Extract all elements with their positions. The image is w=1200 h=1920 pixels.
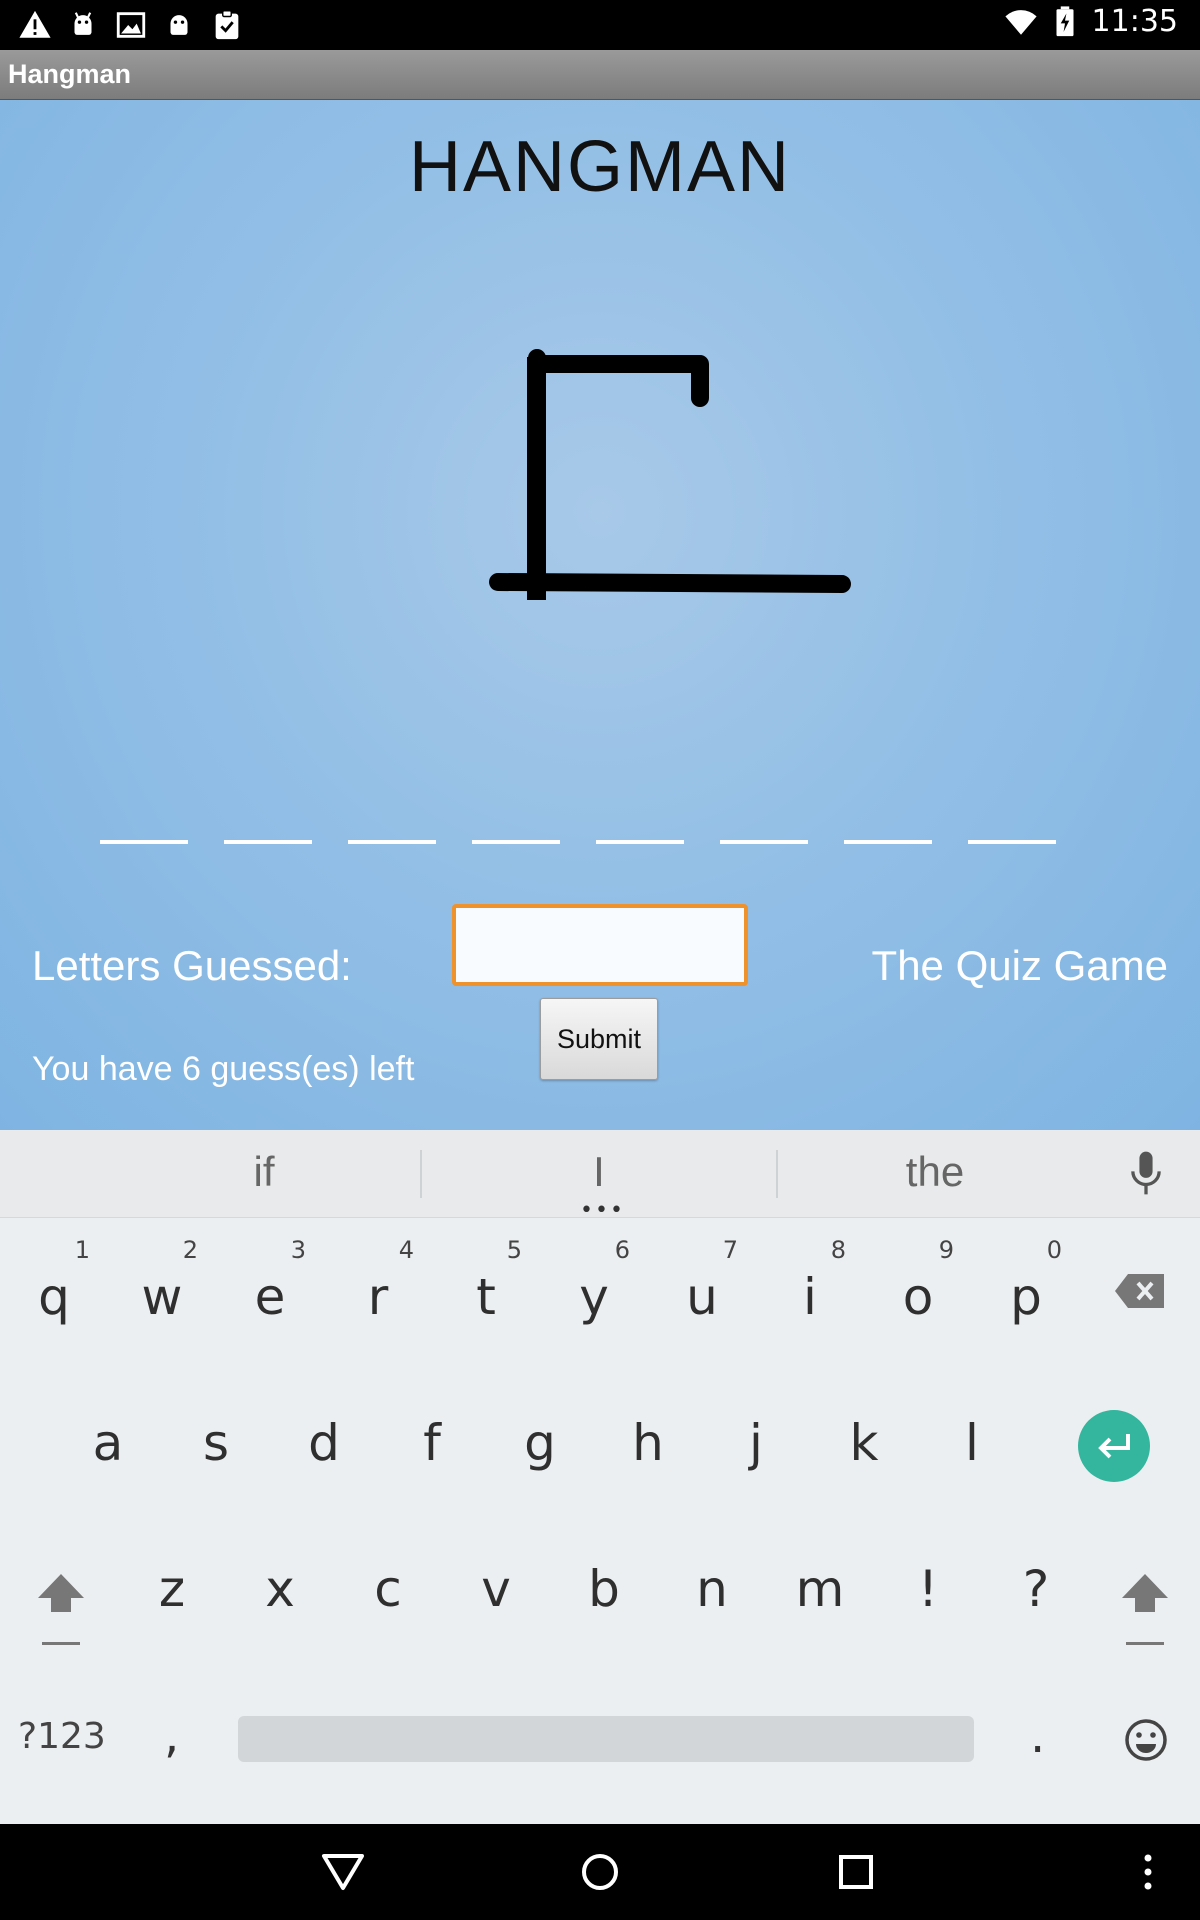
word-slot [348, 840, 436, 844]
key-t[interactable]: 5t [436, 1230, 536, 1360]
key-e[interactable]: 3e [220, 1230, 320, 1360]
key-p[interactable]: 0p [976, 1230, 1076, 1360]
backspace-icon[interactable] [1114, 1272, 1166, 1310]
status-bar: 11:35 [0, 0, 1200, 50]
key-b[interactable]: b [554, 1522, 654, 1652]
word-slot [224, 840, 312, 844]
key-c[interactable]: c [338, 1522, 438, 1652]
word-slot [720, 840, 808, 844]
space-bar[interactable] [238, 1716, 974, 1762]
key-r[interactable]: 4r [328, 1230, 428, 1360]
microphone-icon[interactable] [1126, 1150, 1166, 1196]
key-l[interactable]: l [922, 1376, 1022, 1506]
word-slots [100, 840, 1056, 844]
enter-icon [1098, 1434, 1130, 1459]
guesses-left-text: You have 6 guess(es) left [32, 1050, 415, 1088]
key-w[interactable]: 2w [112, 1230, 212, 1360]
key-o[interactable]: 9o [868, 1230, 968, 1360]
key-j[interactable]: j [706, 1376, 806, 1506]
key-g[interactable]: g [490, 1376, 590, 1506]
image-icon [116, 12, 146, 38]
word-slot [844, 840, 932, 844]
suggestion-3[interactable]: the [785, 1148, 1085, 1196]
navigation-bar [0, 1824, 1200, 1920]
key-exclamation[interactable]: ! [878, 1522, 978, 1652]
quiz-game-link[interactable]: The Quiz Game [872, 942, 1168, 990]
key-u[interactable]: 7u [652, 1230, 752, 1360]
submit-button[interactable]: Submit [540, 998, 658, 1080]
recents-icon[interactable] [838, 1854, 874, 1890]
key-s[interactable]: s [166, 1376, 266, 1506]
key-x[interactable]: x [230, 1522, 330, 1652]
android-icon [170, 15, 188, 35]
game-area: HANGMAN Letters Guessed: The Quiz Game S… [0, 100, 1200, 1130]
key-d[interactable]: d [274, 1376, 374, 1506]
key-q[interactable]: 1q [4, 1230, 104, 1360]
emoji-icon[interactable] [1124, 1718, 1168, 1762]
symbols-key[interactable]: ?123 [18, 1716, 106, 1757]
key-m[interactable]: m [770, 1522, 870, 1652]
soft-keyboard: if I ••• the 1q 2w 3e 4r 5t 6y 7u 8i 9o … [0, 1130, 1200, 1824]
letters-guessed-label: Letters Guessed: [32, 942, 352, 989]
suggestion-strip: if I ••• the [0, 1130, 1200, 1222]
suggestion-2[interactable]: I [449, 1148, 749, 1196]
gallows-drawing [489, 349, 851, 600]
suggestion-divider [776, 1150, 778, 1198]
key-z[interactable]: z [122, 1522, 222, 1652]
guess-input[interactable] [452, 904, 748, 986]
period-key[interactable]: . [1030, 1708, 1045, 1764]
clock: 11:35 [1091, 4, 1178, 39]
app-title: Hangman [8, 59, 132, 89]
key-question[interactable]: ? [986, 1522, 1086, 1652]
action-bar: Hangman [0, 50, 1200, 100]
key-v[interactable]: v [446, 1522, 546, 1652]
word-slot [100, 840, 188, 844]
comma-key[interactable]: , [164, 1708, 179, 1764]
warning-icon [19, 10, 51, 38]
home-icon[interactable] [580, 1852, 620, 1892]
word-slot [968, 840, 1056, 844]
wifi-icon [1004, 9, 1037, 35]
key-k[interactable]: k [814, 1376, 914, 1506]
clipboard-check-icon [215, 10, 239, 40]
system-indicators: 11:35 [1004, 4, 1178, 39]
key-f[interactable]: f [382, 1376, 482, 1506]
battery-charging-icon [1056, 5, 1074, 36]
key-i[interactable]: 8i [760, 1230, 860, 1360]
key-y[interactable]: 6y [544, 1230, 644, 1360]
enter-button[interactable] [1078, 1410, 1150, 1482]
notification-icons [18, 8, 244, 42]
game-heading: HANGMAN [408, 127, 791, 207]
shift-right-icon[interactable] [1120, 1570, 1170, 1646]
back-icon[interactable] [320, 1852, 366, 1892]
key-h[interactable]: h [598, 1376, 698, 1506]
more-icon[interactable] [1140, 1852, 1156, 1892]
shift-left-icon[interactable] [36, 1570, 86, 1646]
word-slot [596, 840, 684, 844]
key-a[interactable]: a [58, 1376, 158, 1506]
more-suggestions-icon[interactable]: ••• [580, 1200, 625, 1222]
suggestion-1[interactable]: if [114, 1148, 414, 1196]
android-icon [74, 12, 92, 35]
suggestion-divider [420, 1150, 422, 1198]
word-slot [472, 840, 560, 844]
key-n[interactable]: n [662, 1522, 762, 1652]
